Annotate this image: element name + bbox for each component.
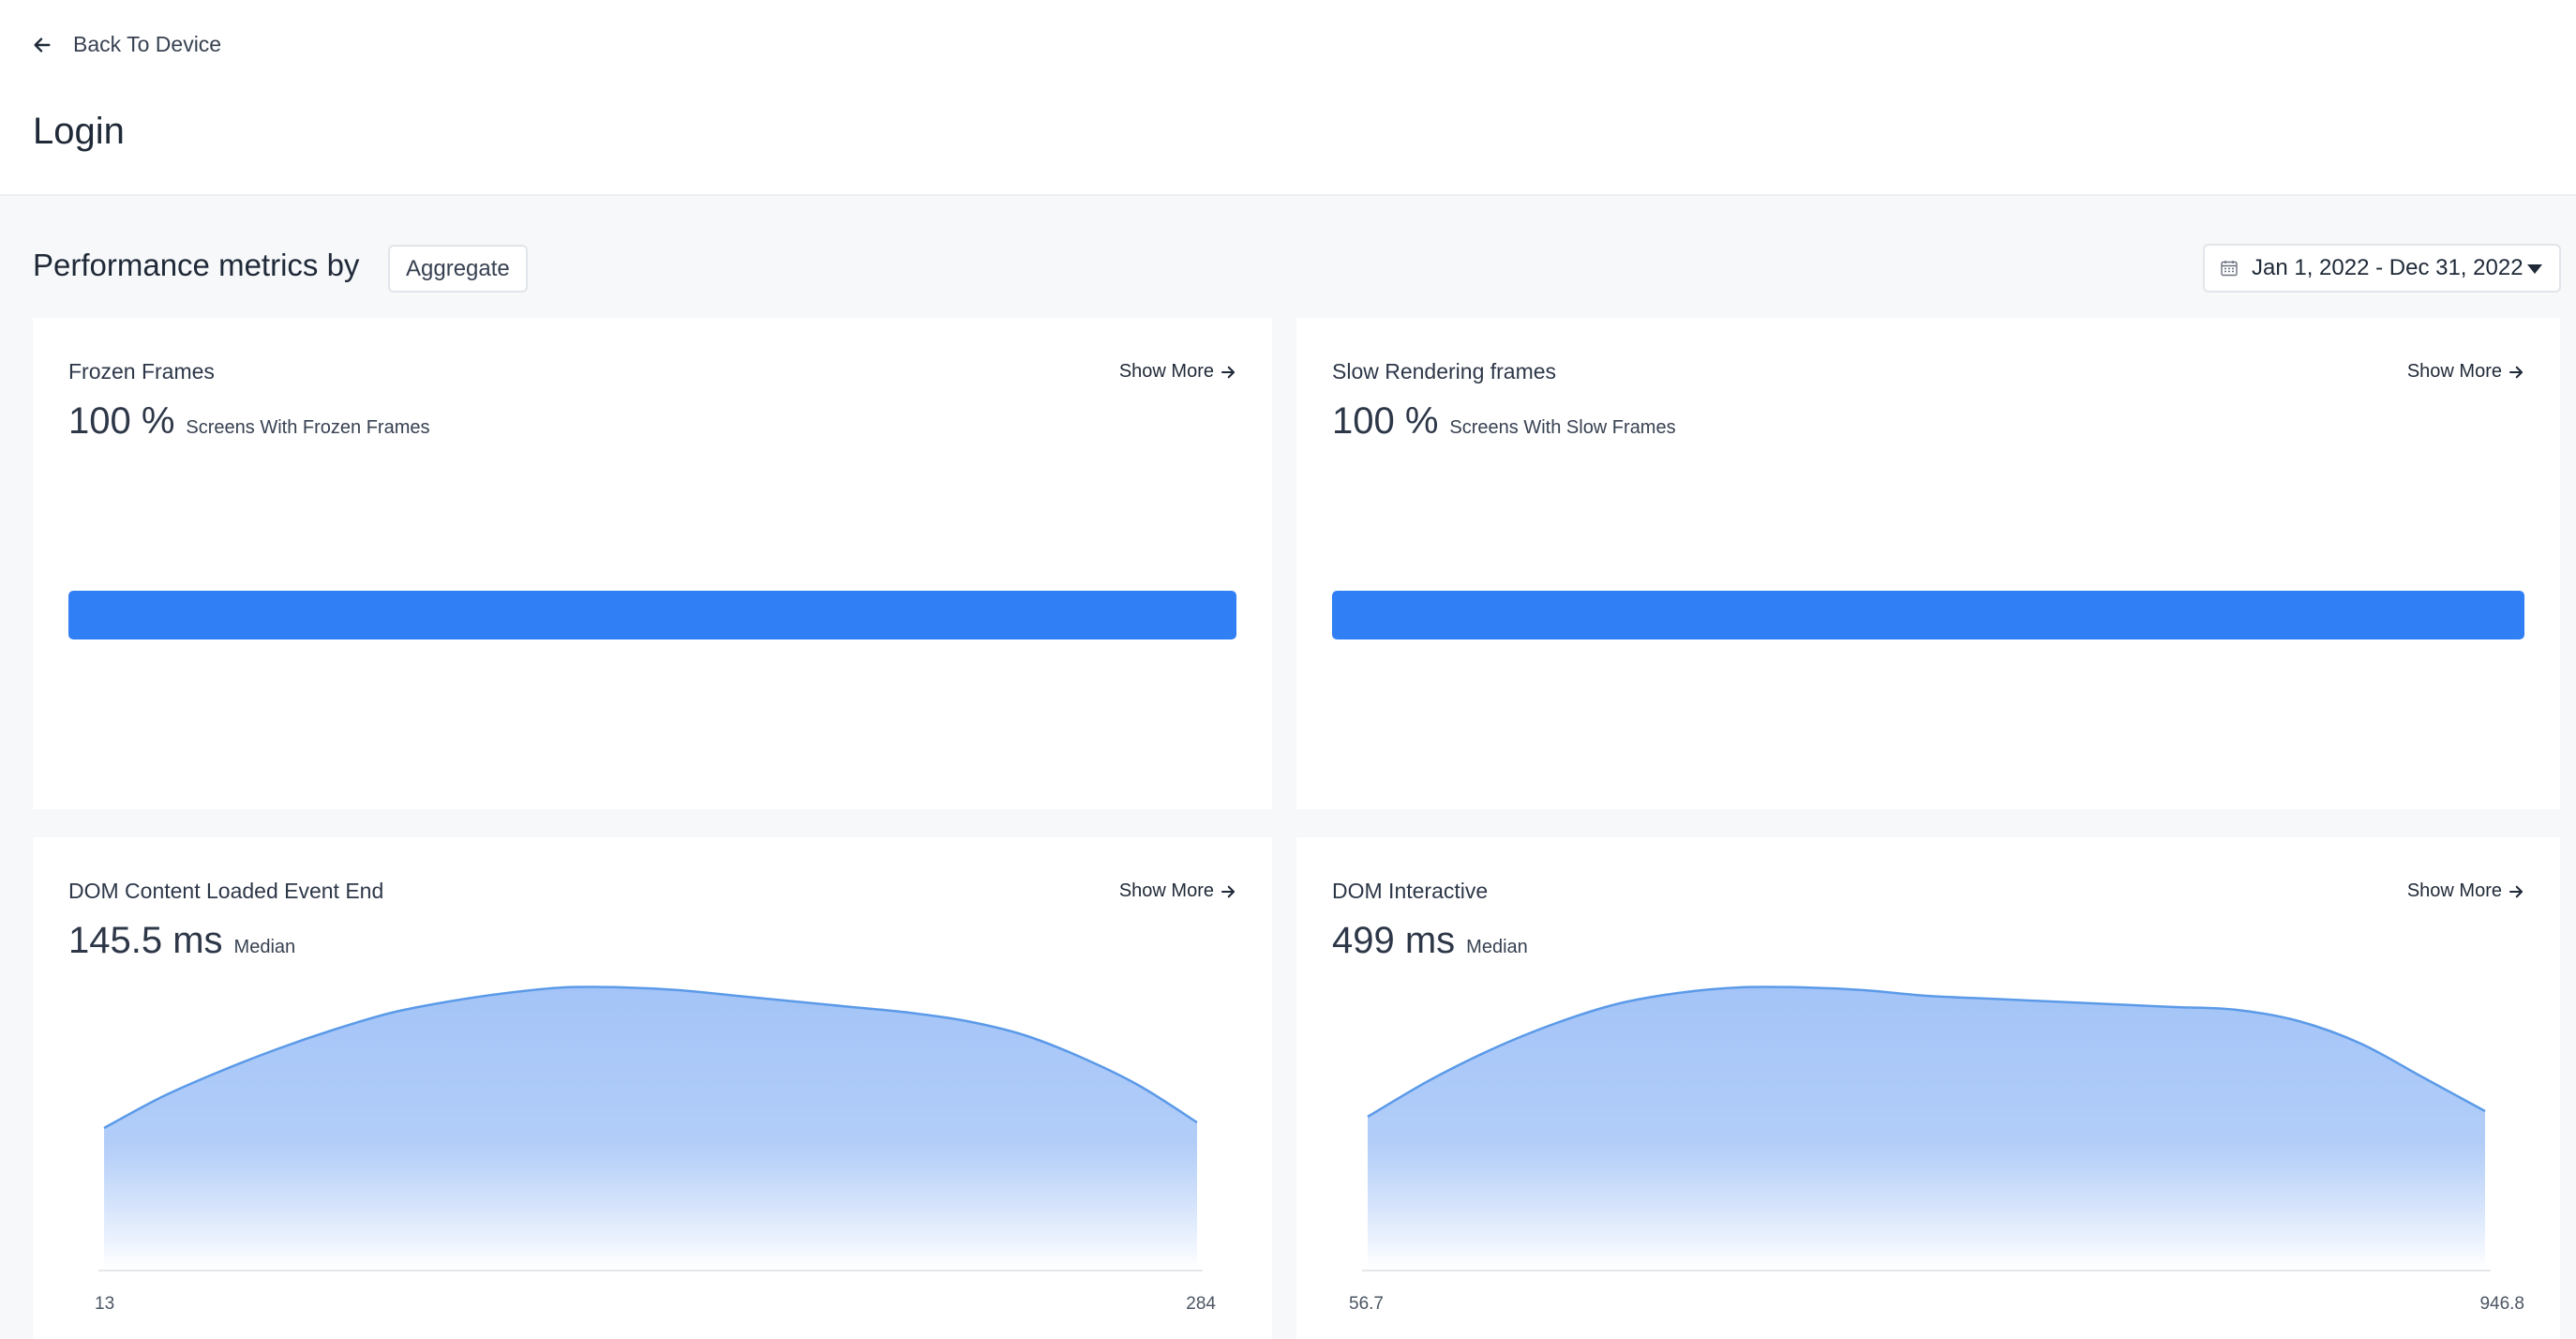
show-more-button[interactable]: Show More: [2407, 880, 2524, 902]
metric-value: 145.5 ms: [68, 920, 223, 961]
card-title: DOM Interactive: [1332, 879, 1489, 903]
show-more-label: Show More: [1118, 361, 1214, 382]
dom-loaded-area-chart: [98, 985, 1203, 1271]
progress-bar: [68, 591, 1236, 639]
x-axis-min-label: 13: [95, 1294, 115, 1314]
x-axis-min-label: 56.7: [1349, 1294, 1384, 1314]
arrow-right-icon: [1221, 885, 1236, 897]
progress-bar: [1332, 591, 2524, 639]
metric-value-row: 145.5 ms Median: [68, 920, 295, 962]
card-title: Slow Rendering frames: [1332, 359, 1557, 384]
show-more-button[interactable]: Show More: [1119, 361, 1236, 383]
page-title: Login: [33, 111, 125, 152]
card-title: Frozen Frames: [68, 359, 215, 384]
slow-rendering-card: Slow Rendering frames Show More 100 % Sc…: [1296, 318, 2560, 809]
progress-bar-fill: [1332, 591, 2524, 639]
date-range-picker[interactable]: Jan 1, 2022 - Dec 31, 2022: [2203, 244, 2561, 293]
x-axis-max-label: 284: [1186, 1294, 1216, 1314]
frozen-frames-card: Frozen Frames Show More 100 % Screens Wi…: [33, 318, 1272, 809]
calendar-icon: [2221, 261, 2238, 277]
back-to-device-link[interactable]: Back To Device: [32, 32, 221, 57]
x-axis-max-label: 946.8: [2479, 1294, 2524, 1314]
page-header: Back To Device Login: [0, 0, 2576, 196]
card-title: DOM Content Loaded Event End: [68, 879, 384, 903]
metric-sub-label: Screens With Slow Frames: [1449, 417, 1676, 438]
arrow-left-icon: [34, 37, 51, 53]
dom-content-loaded-card: DOM Content Loaded Event End Show More 1…: [33, 837, 1272, 1339]
metric-value: 100 %: [1332, 400, 1439, 442]
area-fill: [104, 986, 1197, 1269]
arrow-right-icon: [2509, 366, 2524, 378]
metric-value-row: 100 % Screens With Frozen Frames: [68, 400, 430, 443]
metric-sub-label: Screens With Frozen Frames: [186, 417, 430, 438]
metric-value-row: 499 ms Median: [1332, 920, 1528, 962]
metric-value: 100 %: [68, 400, 175, 442]
show-more-button[interactable]: Show More: [2407, 361, 2524, 383]
date-range-value: Jan 1, 2022 - Dec 31, 2022: [2252, 255, 2524, 280]
dom-interactive-card: DOM Interactive Show More 499 ms Median …: [1296, 837, 2560, 1339]
area-fill: [1368, 986, 2485, 1269]
dom-interactive-area-chart: [1362, 985, 2491, 1271]
back-label: Back To Device: [73, 32, 222, 56]
aggregate-select[interactable]: Aggregate: [388, 245, 528, 293]
metric-sub-label: Median: [1466, 937, 1528, 957]
show-more-label: Show More: [2406, 880, 2502, 901]
metric-value-row: 100 % Screens With Slow Frames: [1332, 400, 1676, 443]
metric-sub-label: Median: [233, 937, 296, 957]
show-more-label: Show More: [1118, 880, 1214, 901]
chevron-down-icon: [2527, 264, 2542, 274]
show-more-button[interactable]: Show More: [1119, 880, 1236, 902]
progress-bar-fill: [68, 591, 1236, 639]
show-more-label: Show More: [2406, 361, 2502, 382]
metrics-title: Performance metrics by: [33, 248, 360, 282]
metric-value: 499 ms: [1332, 920, 1456, 961]
arrow-right-icon: [2509, 885, 2524, 897]
arrow-right-icon: [1221, 366, 1236, 378]
